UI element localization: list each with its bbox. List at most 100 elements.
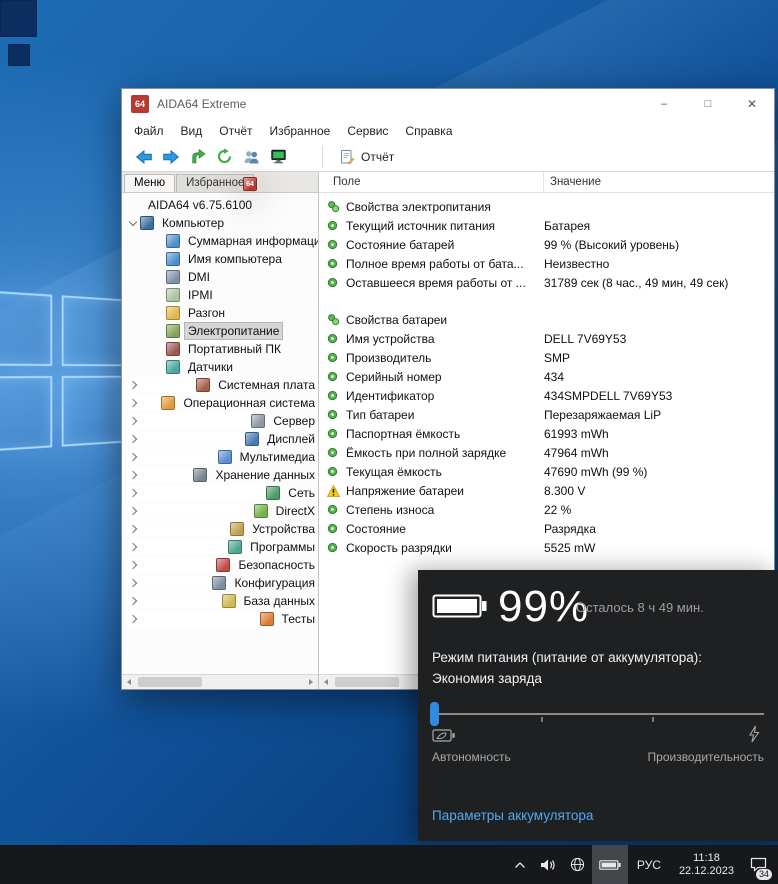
tree-item[interactable]: Мультимедиа — [122, 448, 318, 466]
tree-item[interactable]: 64AIDA64 v6.75.6100 — [122, 196, 318, 214]
report-row[interactable]: Паспортная ёмкость61993 mWh — [319, 424, 774, 443]
battery-settings-link[interactable]: Параметры аккумулятора — [432, 808, 593, 823]
tree-item[interactable]: Хранение данных — [122, 466, 318, 484]
desktop-shortcut-icon[interactable] — [0, 0, 37, 37]
language-indicator[interactable]: РУС — [628, 845, 670, 884]
up-button[interactable] — [184, 145, 211, 169]
battery-tray-button[interactable] — [592, 845, 628, 884]
tree-item[interactable]: Электропитание — [122, 322, 318, 340]
menu-item[interactable]: Вид — [181, 124, 203, 138]
power-mode-slider[interactable] — [430, 700, 766, 728]
tree-chevron-icon[interactable] — [126, 575, 212, 591]
tree-item[interactable]: Дисплей — [122, 430, 318, 448]
tree-chevron-icon[interactable] — [126, 611, 260, 627]
tree-item[interactable]: Сервер — [122, 412, 318, 430]
scroll-right-icon[interactable] — [303, 675, 318, 689]
tree-item[interactable]: Безопасность — [122, 556, 318, 574]
report-group-header[interactable]: Свойства батареи — [319, 310, 774, 329]
report-row[interactable]: Полное время работы от бата...Неизвестно — [319, 254, 774, 273]
report-row[interactable]: Состояние батарей99 % (Высокий уровень) — [319, 235, 774, 254]
tree-item[interactable]: База данных — [122, 592, 318, 610]
tree-chevron-icon[interactable] — [126, 413, 251, 429]
tree-item[interactable]: Устройства — [122, 520, 318, 538]
report-row[interactable]: Идентификатор434SMPDELL 7V69Y53 — [319, 386, 774, 405]
report-row[interactable]: Текущий источник питанияБатарея — [319, 216, 774, 235]
tree-item[interactable]: IPMI — [122, 286, 318, 304]
column-header-value[interactable]: Значение — [544, 172, 601, 192]
report-row[interactable]: Серийный номер434 — [319, 367, 774, 386]
tree-item[interactable]: Сеть — [122, 484, 318, 502]
window-titlebar[interactable]: 64 AIDA64 Extreme – □ ✕ — [122, 89, 774, 119]
back-button[interactable] — [130, 145, 157, 169]
desktop-shortcut-icon[interactable] — [8, 44, 30, 66]
tree-item[interactable]: Конфигурация — [122, 574, 318, 592]
scroll-left-icon[interactable] — [122, 675, 137, 689]
tree-chevron-icon[interactable] — [126, 431, 245, 447]
slider-track[interactable] — [432, 713, 764, 715]
scrollbar-thumb[interactable] — [335, 677, 399, 687]
tree-item[interactable]: Компьютер — [122, 214, 318, 232]
tree-item[interactable]: Тесты — [122, 610, 318, 628]
scroll-left-icon[interactable] — [319, 675, 334, 689]
report-row[interactable]: ПроизводительSMP — [319, 348, 774, 367]
tree-item[interactable]: Датчики — [122, 358, 318, 376]
tree-chevron-icon[interactable] — [126, 521, 230, 537]
menu-item[interactable]: Отчёт — [219, 124, 252, 138]
network-button[interactable] — [563, 845, 592, 884]
maximize-button[interactable]: □ — [686, 89, 730, 119]
report-row[interactable]: Напряжение батареи8.300 V — [319, 481, 774, 500]
report-row[interactable]: Ёмкость при полной зарядке47964 mWh — [319, 443, 774, 462]
tree-item[interactable]: Суммарная информация — [122, 232, 318, 250]
menu-item[interactable]: Справка — [405, 124, 452, 138]
users-button[interactable] — [238, 145, 265, 169]
tree-chevron-icon[interactable] — [126, 377, 196, 393]
sidebar-tab[interactable]: Меню — [124, 174, 175, 192]
refresh-button[interactable] — [211, 145, 238, 169]
report-button[interactable]: Отчёт — [331, 147, 402, 167]
action-center-button[interactable]: 34 — [743, 845, 774, 884]
tree-item[interactable]: DMI — [122, 268, 318, 286]
close-button[interactable]: ✕ — [730, 89, 774, 119]
report-row[interactable]: Скорость разрядки5525 mW — [319, 538, 774, 557]
report-row[interactable]: Текущая ёмкость47690 mWh (99 %) — [319, 462, 774, 481]
tray-expand-button[interactable] — [507, 845, 533, 884]
tree-chevron-icon[interactable] — [126, 449, 218, 465]
tree-item[interactable]: DirectX — [122, 502, 318, 520]
tree-item[interactable]: Разгон — [122, 304, 318, 322]
minimize-button[interactable]: – — [642, 89, 686, 119]
report-row[interactable]: Оставшееся время работы от ...31789 сек … — [319, 273, 774, 292]
report-field-name: Состояние — [346, 522, 544, 536]
tree-item[interactable]: Системная плата — [122, 376, 318, 394]
tree-item[interactable]: Портативный ПК — [122, 340, 318, 358]
tree-chevron-icon[interactable] — [126, 395, 161, 411]
tree-chevron-icon[interactable] — [126, 215, 140, 231]
tree-chevron-icon[interactable] — [126, 593, 222, 609]
report-row[interactable]: Имя устройстваDELL 7V69Y53 — [319, 329, 774, 348]
menu-item[interactable]: Избранное — [270, 124, 331, 138]
column-header-field[interactable]: Поле — [319, 172, 544, 192]
menu-item[interactable]: Сервис — [347, 124, 388, 138]
report-row[interactable]: Тип батареиПерезаряжаемая LiP — [319, 405, 774, 424]
remote-monitor-button[interactable] — [265, 145, 292, 169]
configuration-icon — [212, 576, 226, 590]
tree-chevron-icon[interactable] — [126, 539, 228, 555]
tree-chevron-icon[interactable] — [126, 485, 266, 501]
tree-chevron-icon[interactable] — [126, 557, 216, 573]
slider-thumb[interactable] — [430, 702, 439, 726]
scrollbar-thumb[interactable] — [138, 677, 202, 687]
forward-arrow-icon — [162, 148, 180, 166]
taskbar-clock[interactable]: 11:18 22.12.2023 — [670, 845, 743, 884]
volume-button[interactable] — [533, 845, 563, 884]
report-row[interactable]: Степень износа22 % — [319, 500, 774, 519]
tree-item[interactable]: Имя компьютера — [122, 250, 318, 268]
tree-item[interactable]: Программы — [122, 538, 318, 556]
forward-button[interactable] — [157, 145, 184, 169]
tree-chevron-icon[interactable] — [126, 467, 193, 483]
tree-chevron-icon[interactable] — [126, 503, 254, 519]
report-group-header[interactable]: Свойства электропитания — [319, 197, 774, 216]
logo-pane — [62, 376, 124, 447]
tree-item[interactable]: Операционная система — [122, 394, 318, 412]
sidebar-horizontal-scrollbar[interactable] — [122, 674, 318, 689]
report-row[interactable]: СостояниеРазрядка — [319, 519, 774, 538]
menu-item[interactable]: Файл — [134, 124, 164, 138]
